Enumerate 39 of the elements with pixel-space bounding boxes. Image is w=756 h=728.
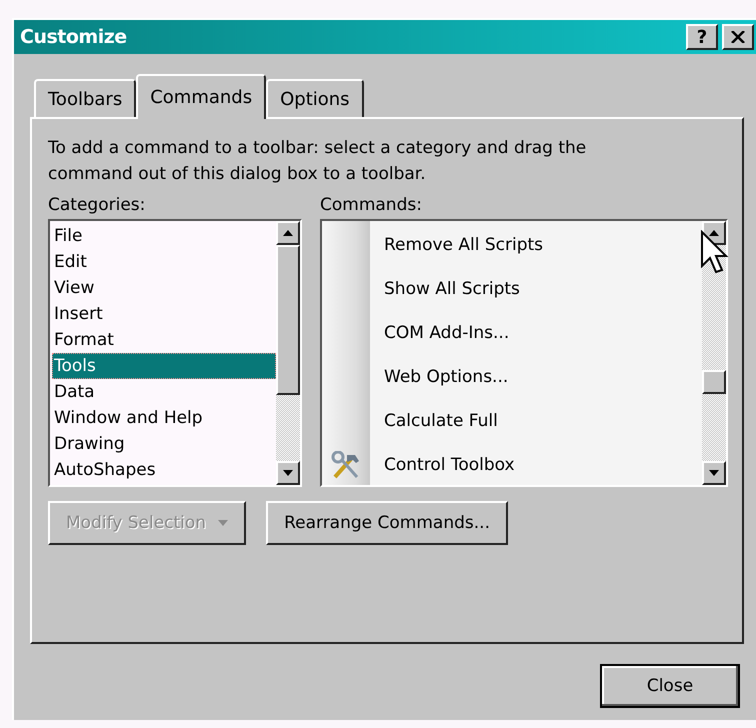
category-item[interactable]: Drawing — [52, 431, 276, 457]
window-title: Customize — [20, 26, 128, 48]
category-item[interactable]: View — [52, 275, 276, 301]
category-item[interactable]: Insert — [52, 301, 276, 327]
command-item[interactable]: Web Options... — [370, 355, 508, 399]
categories-label: Categories: — [48, 195, 146, 215]
category-item[interactable]: AutoShapes — [52, 457, 276, 483]
command-item[interactable]: Remove All Scripts — [370, 223, 544, 267]
commands-label: Commands: — [320, 195, 423, 215]
scroll-down-button[interactable] — [276, 461, 300, 485]
tab[interactable]: Commands — [136, 74, 266, 119]
instructions-text: To add a command to a toolbar: select a category and drag the command out of this dialog box to a toolbar. — [48, 137, 588, 186]
command-item[interactable]: COM Add-Ins... — [370, 311, 510, 355]
tab[interactable]: Options — [266, 79, 364, 117]
scroll-thumb[interactable] — [702, 370, 726, 394]
close-button[interactable] — [722, 24, 754, 50]
close-icon — [731, 31, 745, 43]
category-item[interactable]: Data — [52, 379, 276, 405]
scroll-thumb[interactable] — [276, 245, 300, 395]
command-item[interactable]: Show All Scripts — [370, 267, 520, 311]
command-item[interactable]: Calculate Full — [370, 399, 498, 443]
push-button[interactable]: Rearrange Commands... — [266, 501, 508, 545]
tab[interactable]: Toolbars — [34, 79, 136, 117]
command-item[interactable]: Control Toolbox — [370, 443, 515, 487]
scroll-up-icon — [709, 230, 719, 236]
scroll-down-button[interactable] — [702, 460, 726, 485]
caret-icon — [218, 520, 228, 526]
scroll-up-button[interactable] — [276, 221, 300, 245]
category-item[interactable]: Format — [52, 327, 276, 353]
category-item[interactable]: File — [52, 223, 276, 249]
category-item[interactable]: Tools — [52, 353, 276, 379]
hammer-wrench-icon — [331, 451, 361, 479]
scroll-up-icon — [283, 230, 293, 236]
close-dialog-button[interactable]: Close — [600, 664, 740, 708]
category-item[interactable]: Edit — [52, 249, 276, 275]
scroll-down-icon — [709, 470, 719, 476]
scroll-down-icon — [283, 470, 293, 476]
help-button[interactable]: ? — [686, 24, 718, 50]
category-item[interactable]: Window and Help — [52, 405, 276, 431]
